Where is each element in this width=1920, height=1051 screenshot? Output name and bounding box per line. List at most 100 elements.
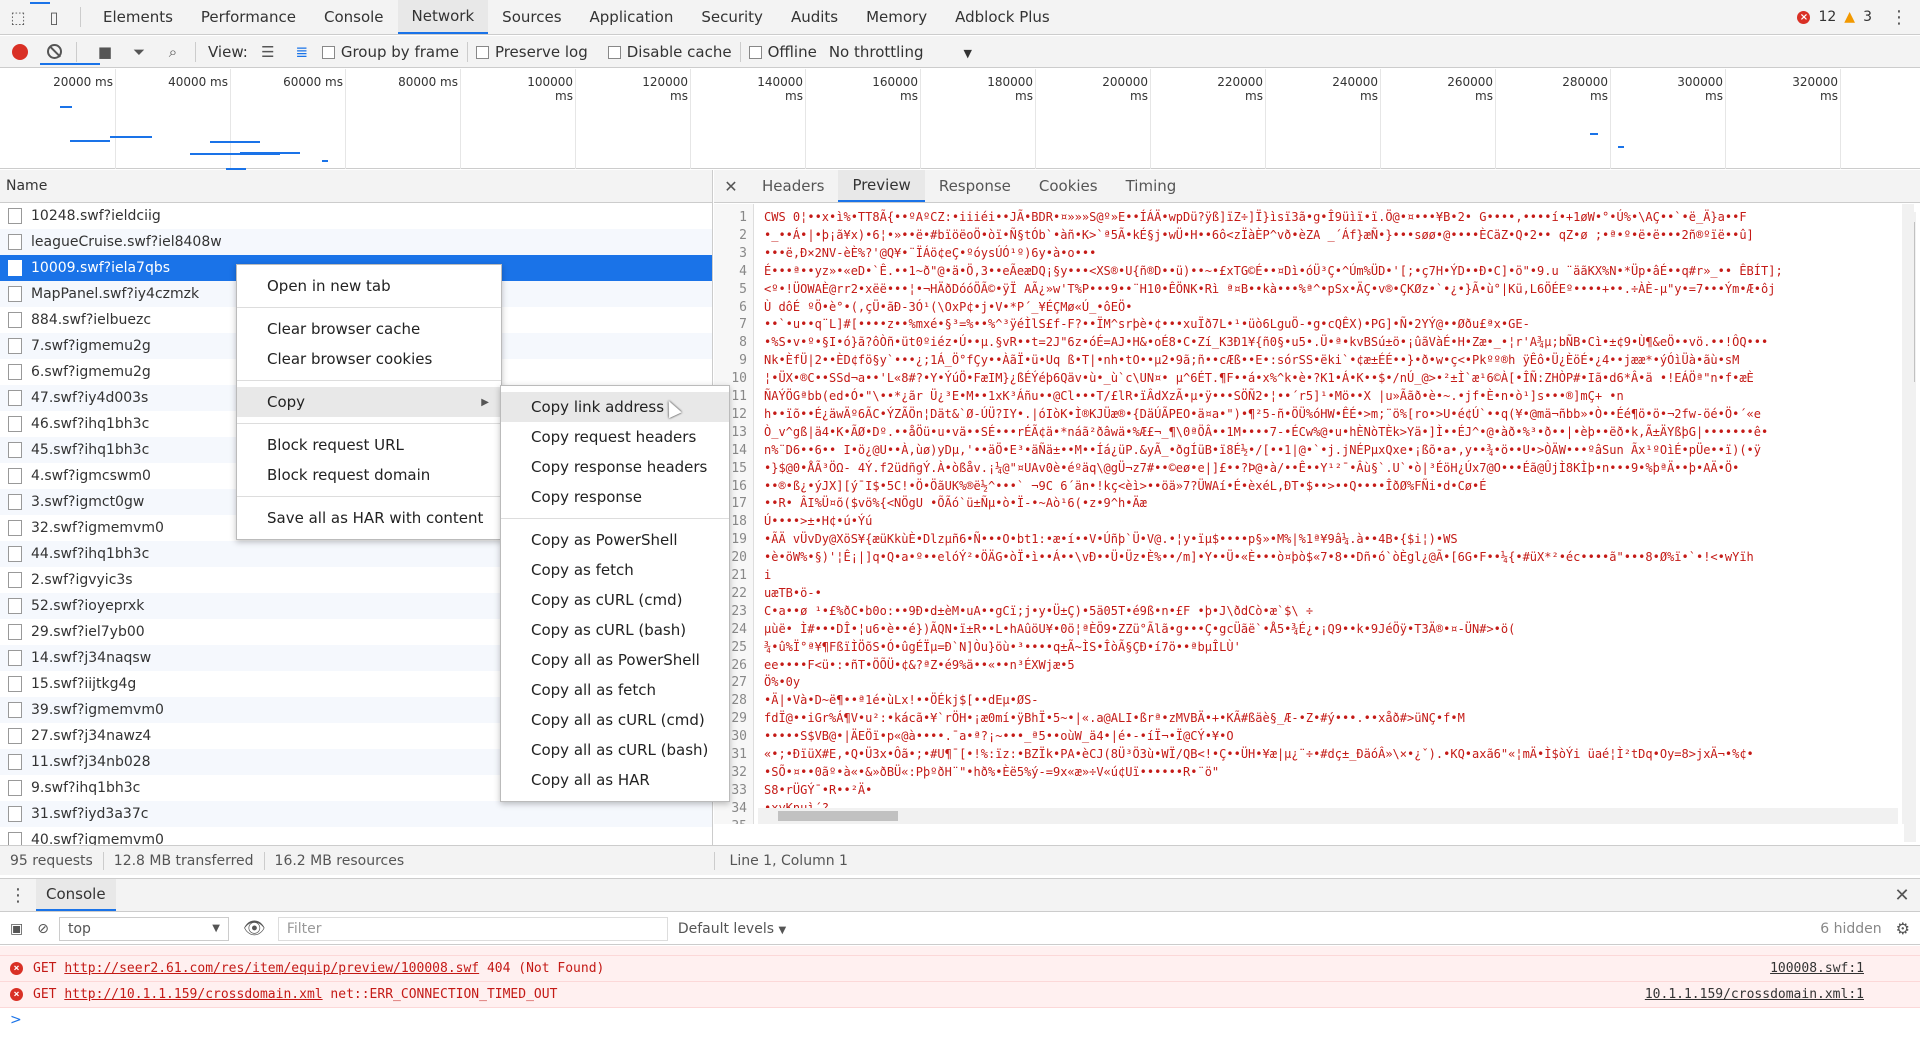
menu-item-copy-as-powershell[interactable]: Copy as PowerShell bbox=[501, 525, 729, 555]
search-icon[interactable]: ⌕ bbox=[159, 38, 187, 66]
menu-item-block-request-url[interactable]: Block request URL bbox=[237, 430, 501, 460]
menu-item-copy-all-as-curl-cmd[interactable]: Copy all as cURL (cmd) bbox=[501, 705, 729, 735]
timeline-gridline bbox=[1840, 69, 1841, 169]
capture-screenshots-icon[interactable]: ■ bbox=[91, 38, 119, 66]
tab-headers[interactable]: Headers bbox=[748, 170, 838, 202]
close-detail-icon[interactable]: ✕ bbox=[714, 170, 748, 202]
request-name: 7.swf?igmemu2g bbox=[31, 338, 151, 354]
tab-application[interactable]: Application bbox=[576, 0, 688, 34]
submenu-arrow-icon: ▶ bbox=[481, 396, 489, 408]
code-horizontal-scrollbar[interactable] bbox=[758, 808, 1898, 824]
name-column-header[interactable]: Name bbox=[0, 170, 712, 203]
console-prompt[interactable]: > bbox=[0, 1008, 1920, 1032]
request-name: 6.swf?igmemu2g bbox=[31, 364, 151, 380]
log-url-link[interactable]: http://10.1.1.159/crossdomain.xml bbox=[64, 987, 322, 1002]
throttling-value: No throttling bbox=[828, 42, 924, 61]
menu-separator bbox=[237, 496, 501, 497]
menu-item-copy-response[interactable]: Copy response bbox=[501, 482, 729, 512]
device-toolbar-icon[interactable]: ▯ bbox=[36, 0, 72, 34]
menu-item-copy-all-as-powershell[interactable]: Copy all as PowerShell bbox=[501, 645, 729, 675]
clear-icon bbox=[46, 44, 62, 59]
menu-item-save-all-har[interactable]: Save all as HAR with content bbox=[237, 503, 501, 533]
tab-timing[interactable]: Timing bbox=[1112, 170, 1191, 202]
log-source-link[interactable]: 10.1.1.159/crossdomain.xml:1 bbox=[1645, 987, 1864, 1002]
log-levels-select[interactable]: Default levels ▼ bbox=[678, 921, 786, 937]
tab-security[interactable]: Security bbox=[687, 0, 777, 34]
menu-item-copy-as-curl-cmd[interactable]: Copy as cURL (cmd) bbox=[501, 585, 729, 615]
preview-code-viewer[interactable]: 1 2 3 4 5 6 7 8 9 10 11 12 13 14 15 16 17 18 19 20 21 22 23 24 2… bbox=[714, 204, 1914, 824]
menu-item-clear-browser-cache[interactable]: Clear browser cache bbox=[237, 314, 501, 344]
code-vertical-scrollbar[interactable] bbox=[1902, 204, 1914, 824]
record-button[interactable] bbox=[6, 38, 34, 66]
line-number: 26 bbox=[731, 657, 747, 673]
tab-memory[interactable]: Memory bbox=[852, 0, 941, 34]
tab-elements[interactable]: Elements bbox=[89, 0, 187, 34]
context-select[interactable]: top ▼ bbox=[58, 916, 229, 941]
overview-icon[interactable]: ≣ bbox=[288, 38, 316, 66]
tab-sources[interactable]: Sources bbox=[488, 0, 575, 34]
log-message: 404 (Not Found) bbox=[486, 961, 605, 976]
menu-item-copy-all-as-fetch[interactable]: Copy all as fetch bbox=[501, 675, 729, 705]
console-settings-icon[interactable]: ⚙ bbox=[1896, 919, 1910, 938]
offline-checkbox[interactable]: Offline bbox=[748, 43, 817, 61]
live-expression-icon[interactable]: 👁 bbox=[243, 918, 266, 939]
file-icon bbox=[8, 364, 22, 380]
menu-item-copy-as-curl-bash[interactable]: Copy as cURL (bash) bbox=[501, 615, 729, 645]
request-row[interactable]: 31.swf?iyd3a37c bbox=[0, 801, 712, 827]
record-icon bbox=[12, 43, 28, 60]
menu-item-copy-request-headers[interactable]: Copy request headers bbox=[501, 422, 729, 452]
line-number: 4 bbox=[739, 263, 747, 279]
request-row[interactable]: 10248.swf?ieldciig bbox=[0, 203, 712, 229]
tab-network[interactable]: Network bbox=[397, 0, 489, 34]
menu-item-copy-as-fetch[interactable]: Copy as fetch bbox=[501, 555, 729, 585]
inspect-element-icon[interactable]: ⬚ bbox=[0, 0, 36, 34]
preserve-log-checkbox[interactable]: Preserve log bbox=[475, 43, 588, 61]
tab-adblock-plus[interactable]: Adblock Plus bbox=[941, 0, 1064, 34]
scrollbar-thumb[interactable] bbox=[778, 811, 898, 821]
request-name: leagueCruise.swf?iel8408w bbox=[31, 234, 222, 250]
drawer-menu-icon[interactable]: ⋮ bbox=[0, 879, 36, 911]
timeline-request-bar bbox=[322, 160, 328, 162]
error-warning-counter[interactable]: × 12 ▲ 3 ⋮ bbox=[1797, 0, 1920, 34]
warning-count: 3 bbox=[1863, 9, 1872, 25]
tab-console[interactable]: Console bbox=[310, 0, 398, 34]
tab-cookies[interactable]: Cookies bbox=[1025, 170, 1112, 202]
menu-item-block-request-domain[interactable]: Block request domain bbox=[237, 460, 501, 490]
line-number: 3 bbox=[739, 245, 747, 261]
code-line: •_••Á•|•þ¡ã¥x)•6¦•»••ë•#bïöëoÖ•òï•Ñ§tÓb`… bbox=[764, 227, 1754, 242]
request-row[interactable]: leagueCruise.swf?iel8408w bbox=[0, 229, 712, 255]
menu-item-copy-link-address[interactable]: Copy link address bbox=[501, 392, 729, 422]
dropdown-arrow-icon: ▼ bbox=[778, 924, 787, 936]
throttling-select[interactable]: No throttling ▼ bbox=[829, 43, 972, 61]
clear-console-icon[interactable]: ⊘ bbox=[37, 921, 49, 937]
tab-response[interactable]: Response bbox=[925, 170, 1025, 202]
tab-audits[interactable]: Audits bbox=[777, 0, 852, 34]
menu-item-copy-all-as-curl-bash[interactable]: Copy all as cURL (bash) bbox=[501, 735, 729, 765]
console-filter-input[interactable]: Filter bbox=[277, 916, 668, 941]
close-drawer-icon[interactable]: ✕ bbox=[1884, 879, 1920, 911]
tab-preview[interactable]: Preview bbox=[838, 170, 925, 202]
sidebar-toggle-icon[interactable]: ▣ bbox=[10, 921, 23, 937]
log-url-link[interactable]: http://seer2.61.com/res/item/equip/previ… bbox=[64, 961, 479, 976]
timeline-overview[interactable]: 20000 ms 40000 ms 60000 ms 80000 ms 100000 m… bbox=[0, 2, 1920, 177]
filter-icon[interactable]: ⏷ bbox=[125, 38, 153, 66]
menu-item-clear-browser-cookies[interactable]: Clear browser cookies bbox=[237, 344, 501, 374]
menu-item-copy[interactable]: Copy ▶ bbox=[237, 387, 501, 417]
tab-console-drawer[interactable]: Console bbox=[36, 879, 116, 911]
file-icon bbox=[8, 598, 22, 614]
line-number: 33 bbox=[731, 782, 747, 798]
menu-item-copy-all-as-har[interactable]: Copy all as HAR bbox=[501, 765, 729, 795]
line-number: 27 bbox=[731, 675, 747, 691]
tab-performance[interactable]: Performance bbox=[187, 0, 310, 34]
more-options-icon[interactable]: ⋮ bbox=[1890, 7, 1908, 28]
request-row[interactable]: 40.swf?igmemvm0 bbox=[0, 827, 712, 845]
log-source-link[interactable]: 100008.swf:1 bbox=[1770, 961, 1864, 976]
menu-item-open-in-new-tab[interactable]: Open in new tab bbox=[237, 271, 501, 301]
file-icon bbox=[8, 806, 22, 822]
code-line: •ÃÄ vÜvDy@XöS¥{æüKkùÈ•Dlzµñ6•Ñ•••O•bt1:•… bbox=[764, 532, 1458, 547]
menu-item-copy-response-headers[interactable]: Copy response headers bbox=[501, 452, 729, 482]
clear-button[interactable] bbox=[40, 38, 68, 66]
large-rows-icon[interactable]: ☰ bbox=[254, 38, 282, 66]
group-by-frame-checkbox[interactable]: Group by frame bbox=[321, 43, 459, 61]
disable-cache-checkbox[interactable]: Disable cache bbox=[607, 43, 732, 61]
